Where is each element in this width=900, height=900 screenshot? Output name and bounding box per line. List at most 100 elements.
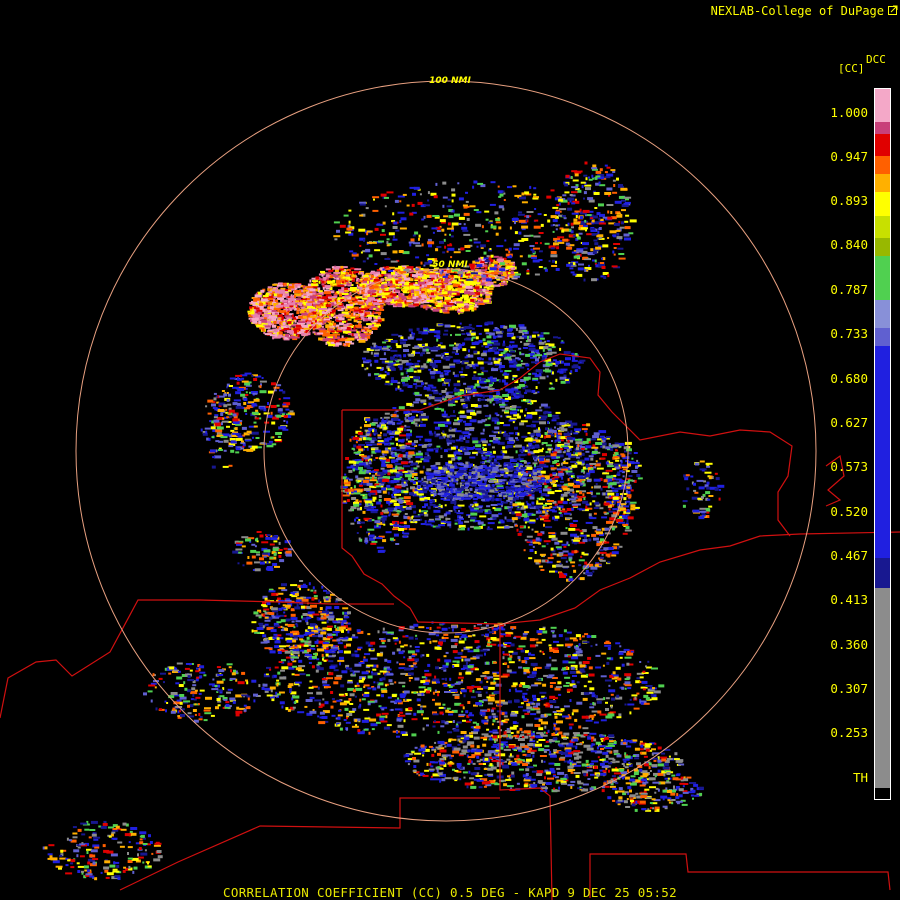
echo-gate: [384, 360, 389, 363]
echo-gate: [499, 370, 503, 373]
echo-gate: [539, 376, 546, 380]
echo-gate: [560, 341, 565, 344]
echo-gate: [440, 276, 443, 279]
echo-gate: [583, 197, 585, 200]
echo-gate: [495, 221, 501, 224]
echo-gate: [387, 283, 393, 287]
echo-gate: [382, 268, 385, 271]
echo-gate: [374, 359, 379, 363]
echo-gate: [237, 388, 245, 391]
echo-gate: [567, 207, 573, 211]
echo-gate: [328, 269, 334, 272]
echo-gate: [537, 334, 540, 337]
echo-gate: [303, 296, 306, 299]
echo-gate: [465, 285, 473, 289]
echo-gate: [525, 340, 528, 343]
echo-gate: [270, 411, 273, 415]
echo-gate: [624, 220, 629, 223]
echo-gate: [559, 208, 567, 211]
echo-gate: [498, 354, 503, 356]
echo-gate: [359, 310, 364, 313]
echo-gate: [494, 426, 500, 430]
echo-gate: [564, 379, 569, 381]
echo-gate: [458, 216, 465, 220]
echo-gate: [620, 187, 628, 191]
echo-gate: [513, 471, 517, 474]
echo-gate: [336, 229, 340, 233]
echo-gate: [244, 407, 251, 410]
echo-gate: [434, 360, 442, 363]
echo-gate: [358, 228, 366, 232]
echo-gate: [396, 360, 400, 363]
echo-gate: [510, 271, 514, 275]
echo-gate: [300, 309, 308, 312]
echo-gate: [490, 225, 497, 229]
echo-gate: [322, 322, 325, 326]
echo-gate: [494, 211, 499, 215]
echo-gate: [355, 296, 363, 299]
echo-gate: [367, 280, 369, 284]
echo-gate: [525, 363, 530, 367]
echo-gate: [226, 425, 230, 428]
echo-gate: [439, 374, 444, 378]
echo-gate: [360, 308, 368, 311]
echo-gate: [322, 338, 329, 342]
echo-gate: [345, 271, 349, 275]
echo-gate: [483, 286, 488, 289]
echo-gate: [415, 289, 421, 292]
echo-gate: [566, 246, 573, 250]
echo-gate: [423, 386, 431, 390]
echo-gate: [464, 452, 471, 456]
echo-gate: [596, 212, 601, 216]
echo-gate: [555, 260, 557, 264]
echo-gate: [461, 367, 464, 371]
echo-gate: [403, 290, 407, 294]
echo-gate: [491, 271, 499, 275]
echo-gate: [563, 351, 571, 355]
echo-gate: [412, 192, 416, 196]
echo-gate: [259, 306, 264, 310]
echo-gate: [235, 374, 243, 377]
echo-gate: [344, 289, 350, 292]
echo-gate: [480, 293, 483, 297]
echo-gate: [336, 277, 339, 280]
echo-gate: [590, 230, 597, 232]
echo-gate: [565, 357, 571, 361]
echo-gate: [435, 248, 439, 252]
echo-gate: [321, 283, 325, 286]
echo-gate: [404, 513, 408, 515]
echo-gate: [267, 402, 269, 405]
echo-gate: [529, 185, 532, 189]
echo-gate: [535, 409, 543, 412]
echo-gate: [565, 242, 570, 246]
echo-gate: [394, 289, 400, 292]
echo-gate: [397, 303, 403, 307]
echo-gate: [223, 404, 228, 408]
echo-gate: [449, 526, 452, 529]
echo-gate: [268, 291, 273, 294]
echo-gate: [548, 260, 551, 263]
echo-gate: [282, 322, 286, 325]
echo-gate: [427, 241, 435, 245]
echo-gate: [580, 181, 586, 184]
echo-gate: [389, 360, 394, 363]
echo-gate: [341, 287, 345, 291]
echo-gate: [375, 316, 378, 320]
echo-gate: [427, 384, 433, 387]
echo-gate: [301, 294, 304, 298]
echo-gate: [477, 182, 484, 185]
echo-gate: [442, 365, 450, 369]
echo-gate: [511, 405, 517, 409]
echo-gate: [484, 260, 490, 263]
echo-gate: [531, 334, 536, 338]
echo-gate: [434, 330, 441, 334]
echo-gate: [480, 432, 485, 435]
echo-gate: [481, 345, 484, 348]
echo-gate: [482, 338, 486, 342]
echo-gate: [390, 349, 398, 352]
echo-gate: [607, 216, 613, 220]
echo-gate: [474, 383, 480, 387]
echo-gate: [372, 310, 375, 313]
echo-gate: [413, 376, 420, 380]
echo-gate: [547, 420, 550, 424]
